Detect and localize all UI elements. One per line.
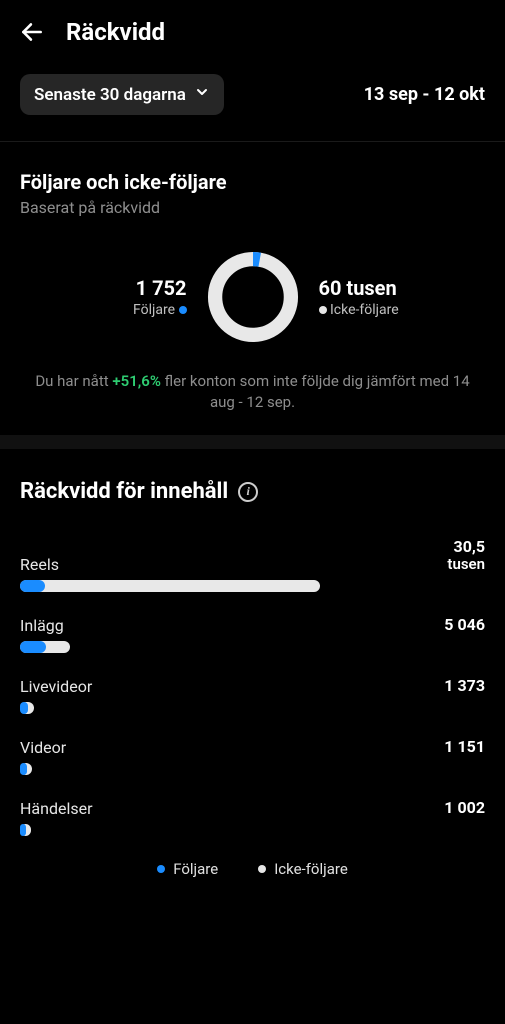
filter-row: Senaste 30 dagarna 13 sep - 12 okt <box>0 64 505 142</box>
bar-label: Inlägg <box>20 616 64 635</box>
dot-white-icon <box>258 865 266 873</box>
audience-title: Följare och icke-följare <box>20 170 485 194</box>
legend-followers: Följare <box>157 860 218 878</box>
bar-label: Reels <box>20 555 59 574</box>
audience-subtitle: Baserat på räckvidd <box>20 198 485 217</box>
chevron-down-icon <box>194 84 210 105</box>
arrow-left-icon <box>19 19 45 45</box>
followers-label: Följare <box>67 302 187 318</box>
delta-value: +51,6% <box>112 372 161 390</box>
bar-label: Händelser <box>20 799 93 818</box>
bar-seg-followers <box>20 580 45 592</box>
content-reach-title-row: Räckvidd för innehåll i <box>20 479 485 504</box>
bar-label: Livevideor <box>20 677 92 696</box>
bar-label: Videor <box>20 738 66 757</box>
nonfollowers-value: 60 tusen <box>319 276 439 300</box>
bar-value: 5 046 <box>444 616 485 634</box>
dot-blue-icon <box>179 306 187 314</box>
content-reach-section: Räckvidd för innehåll i Reels 30,5 tusen… <box>0 449 505 888</box>
legend-nonfollowers: Icke-följare <box>258 860 348 878</box>
bar-seg-nonfollowers <box>20 580 320 592</box>
bar-seg-followers <box>20 641 46 653</box>
donut-chart <box>203 247 303 347</box>
bar-seg-followers <box>20 824 26 836</box>
back-button[interactable] <box>18 18 46 46</box>
date-filter-label: Senaste 30 dagarna <box>34 85 186 105</box>
bar-row-handelser: Händelser 1 002 <box>20 799 485 836</box>
bar-track <box>20 580 340 592</box>
followers-value: 1 752 <box>67 276 187 300</box>
bar-value: 1 002 <box>444 799 485 817</box>
nonfollowers-label: Icke-följare <box>319 302 439 318</box>
page-title: Räckvidd <box>66 18 165 46</box>
date-range-label: 13 sep - 12 okt <box>364 84 485 105</box>
date-filter-chip[interactable]: Senaste 30 dagarna <box>20 74 224 115</box>
bar-row-videor: Videor 1 151 <box>20 738 485 775</box>
dot-white-icon <box>319 306 327 314</box>
section-divider <box>0 435 505 449</box>
bar-value: 1 151 <box>444 738 485 756</box>
dot-blue-icon <box>157 865 165 873</box>
bar-track <box>20 641 340 653</box>
bar-value: 30,5 tusen <box>447 538 485 574</box>
followers-stat: 1 752 Följare <box>67 276 187 318</box>
header: Räckvidd <box>0 0 505 64</box>
nonfollowers-stat: 60 tusen Icke-följare <box>319 276 439 318</box>
bar-track <box>20 763 340 775</box>
bar-value: 1 373 <box>444 677 485 695</box>
chart-legend: Följare Icke-följare <box>20 860 485 878</box>
audience-section: Följare och icke-följare Baserat på räck… <box>0 142 505 435</box>
bar-row-reels: Reels 30,5 tusen <box>20 538 485 592</box>
bar-track <box>20 702 340 714</box>
bar-row-livevideor: Livevideor 1 373 <box>20 677 485 714</box>
donut-chart-area: 1 752 Följare 60 tusen Icke-följare <box>20 247 485 347</box>
bar-seg-followers <box>20 763 27 775</box>
audience-note: Du har nått +51,6% fler konton som inte … <box>20 371 485 413</box>
bar-track <box>20 824 340 836</box>
info-icon[interactable]: i <box>238 482 258 502</box>
content-reach-bars: Reels 30,5 tusen Inlägg 5 046 <box>20 538 485 836</box>
content-reach-title: Räckvidd för innehåll <box>20 479 228 504</box>
bar-seg-followers <box>20 702 28 714</box>
bar-row-inlagg: Inlägg 5 046 <box>20 616 485 653</box>
